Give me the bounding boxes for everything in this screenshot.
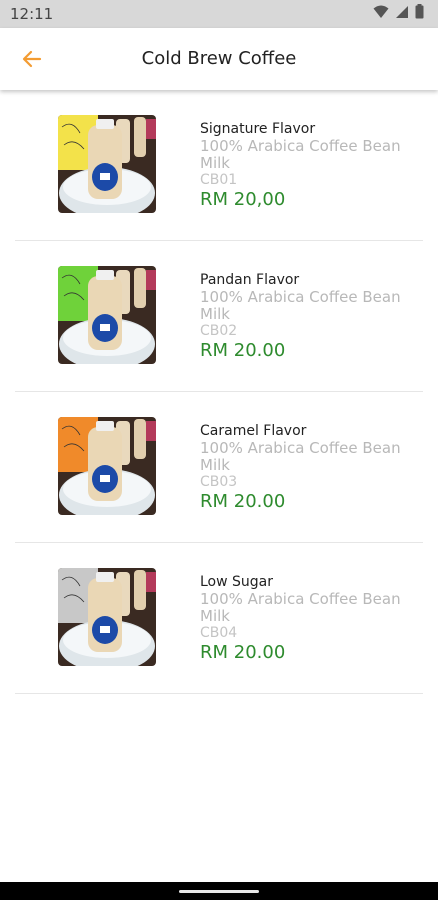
status-icons <box>373 4 424 24</box>
signal-icon <box>395 5 409 24</box>
product-price: RM 20.00 <box>200 491 286 512</box>
product-description: 100% Arabica Coffee Bean Milk <box>200 439 401 474</box>
product-code: CB04 <box>200 625 238 641</box>
status-bar: 12:11 <box>0 0 438 28</box>
product-item-low-sugar[interactable]: Low Sugar 100% Arabica Coffee Bean Milk … <box>15 543 423 694</box>
product-code: CB03 <box>200 474 238 490</box>
product-info: Signature Flavor 100% Arabica Coffee Bea… <box>200 121 430 211</box>
status-time: 12:11 <box>10 5 54 23</box>
product-info: Low Sugar 100% Arabica Coffee Bean Milk … <box>200 574 430 664</box>
product-name: Caramel Flavor <box>200 423 307 439</box>
product-name: Low Sugar <box>200 574 274 590</box>
product-info: Pandan Flavor 100% Arabica Coffee Bean M… <box>200 272 430 362</box>
home-gesture-handle[interactable] <box>179 890 259 893</box>
product-list: Signature Flavor 100% Arabica Coffee Bea… <box>0 90 438 694</box>
product-thumbnail <box>58 417 156 515</box>
product-description: 100% Arabica Coffee Bean Milk <box>200 137 401 172</box>
product-item-pandan[interactable]: Pandan Flavor 100% Arabica Coffee Bean M… <box>15 241 423 392</box>
product-item-signature[interactable]: Signature Flavor 100% Arabica Coffee Bea… <box>15 90 423 241</box>
product-code: CB02 <box>200 323 238 339</box>
product-name: Pandan Flavor <box>200 272 300 288</box>
system-nav-bar <box>0 882 438 900</box>
product-price: RM 20.00 <box>200 340 286 361</box>
app-bar: Cold Brew Coffee <box>0 28 438 90</box>
product-description: 100% Arabica Coffee Bean Milk <box>200 288 401 323</box>
product-thumbnail <box>58 266 156 364</box>
product-code: CB01 <box>200 172 238 188</box>
product-price: RM 20.00 <box>200 642 286 663</box>
product-thumbnail <box>58 115 156 213</box>
product-info: Caramel Flavor 100% Arabica Coffee Bean … <box>200 423 430 513</box>
battery-icon <box>415 4 424 24</box>
product-thumbnail <box>58 568 156 666</box>
product-description: 100% Arabica Coffee Bean Milk <box>200 590 401 625</box>
page-title: Cold Brew Coffee <box>141 48 297 69</box>
product-name: Signature Flavor <box>200 121 316 137</box>
wifi-icon <box>373 5 389 24</box>
product-price: RM 20,00 <box>200 189 286 210</box>
product-item-caramel[interactable]: Caramel Flavor 100% Arabica Coffee Bean … <box>15 392 423 543</box>
